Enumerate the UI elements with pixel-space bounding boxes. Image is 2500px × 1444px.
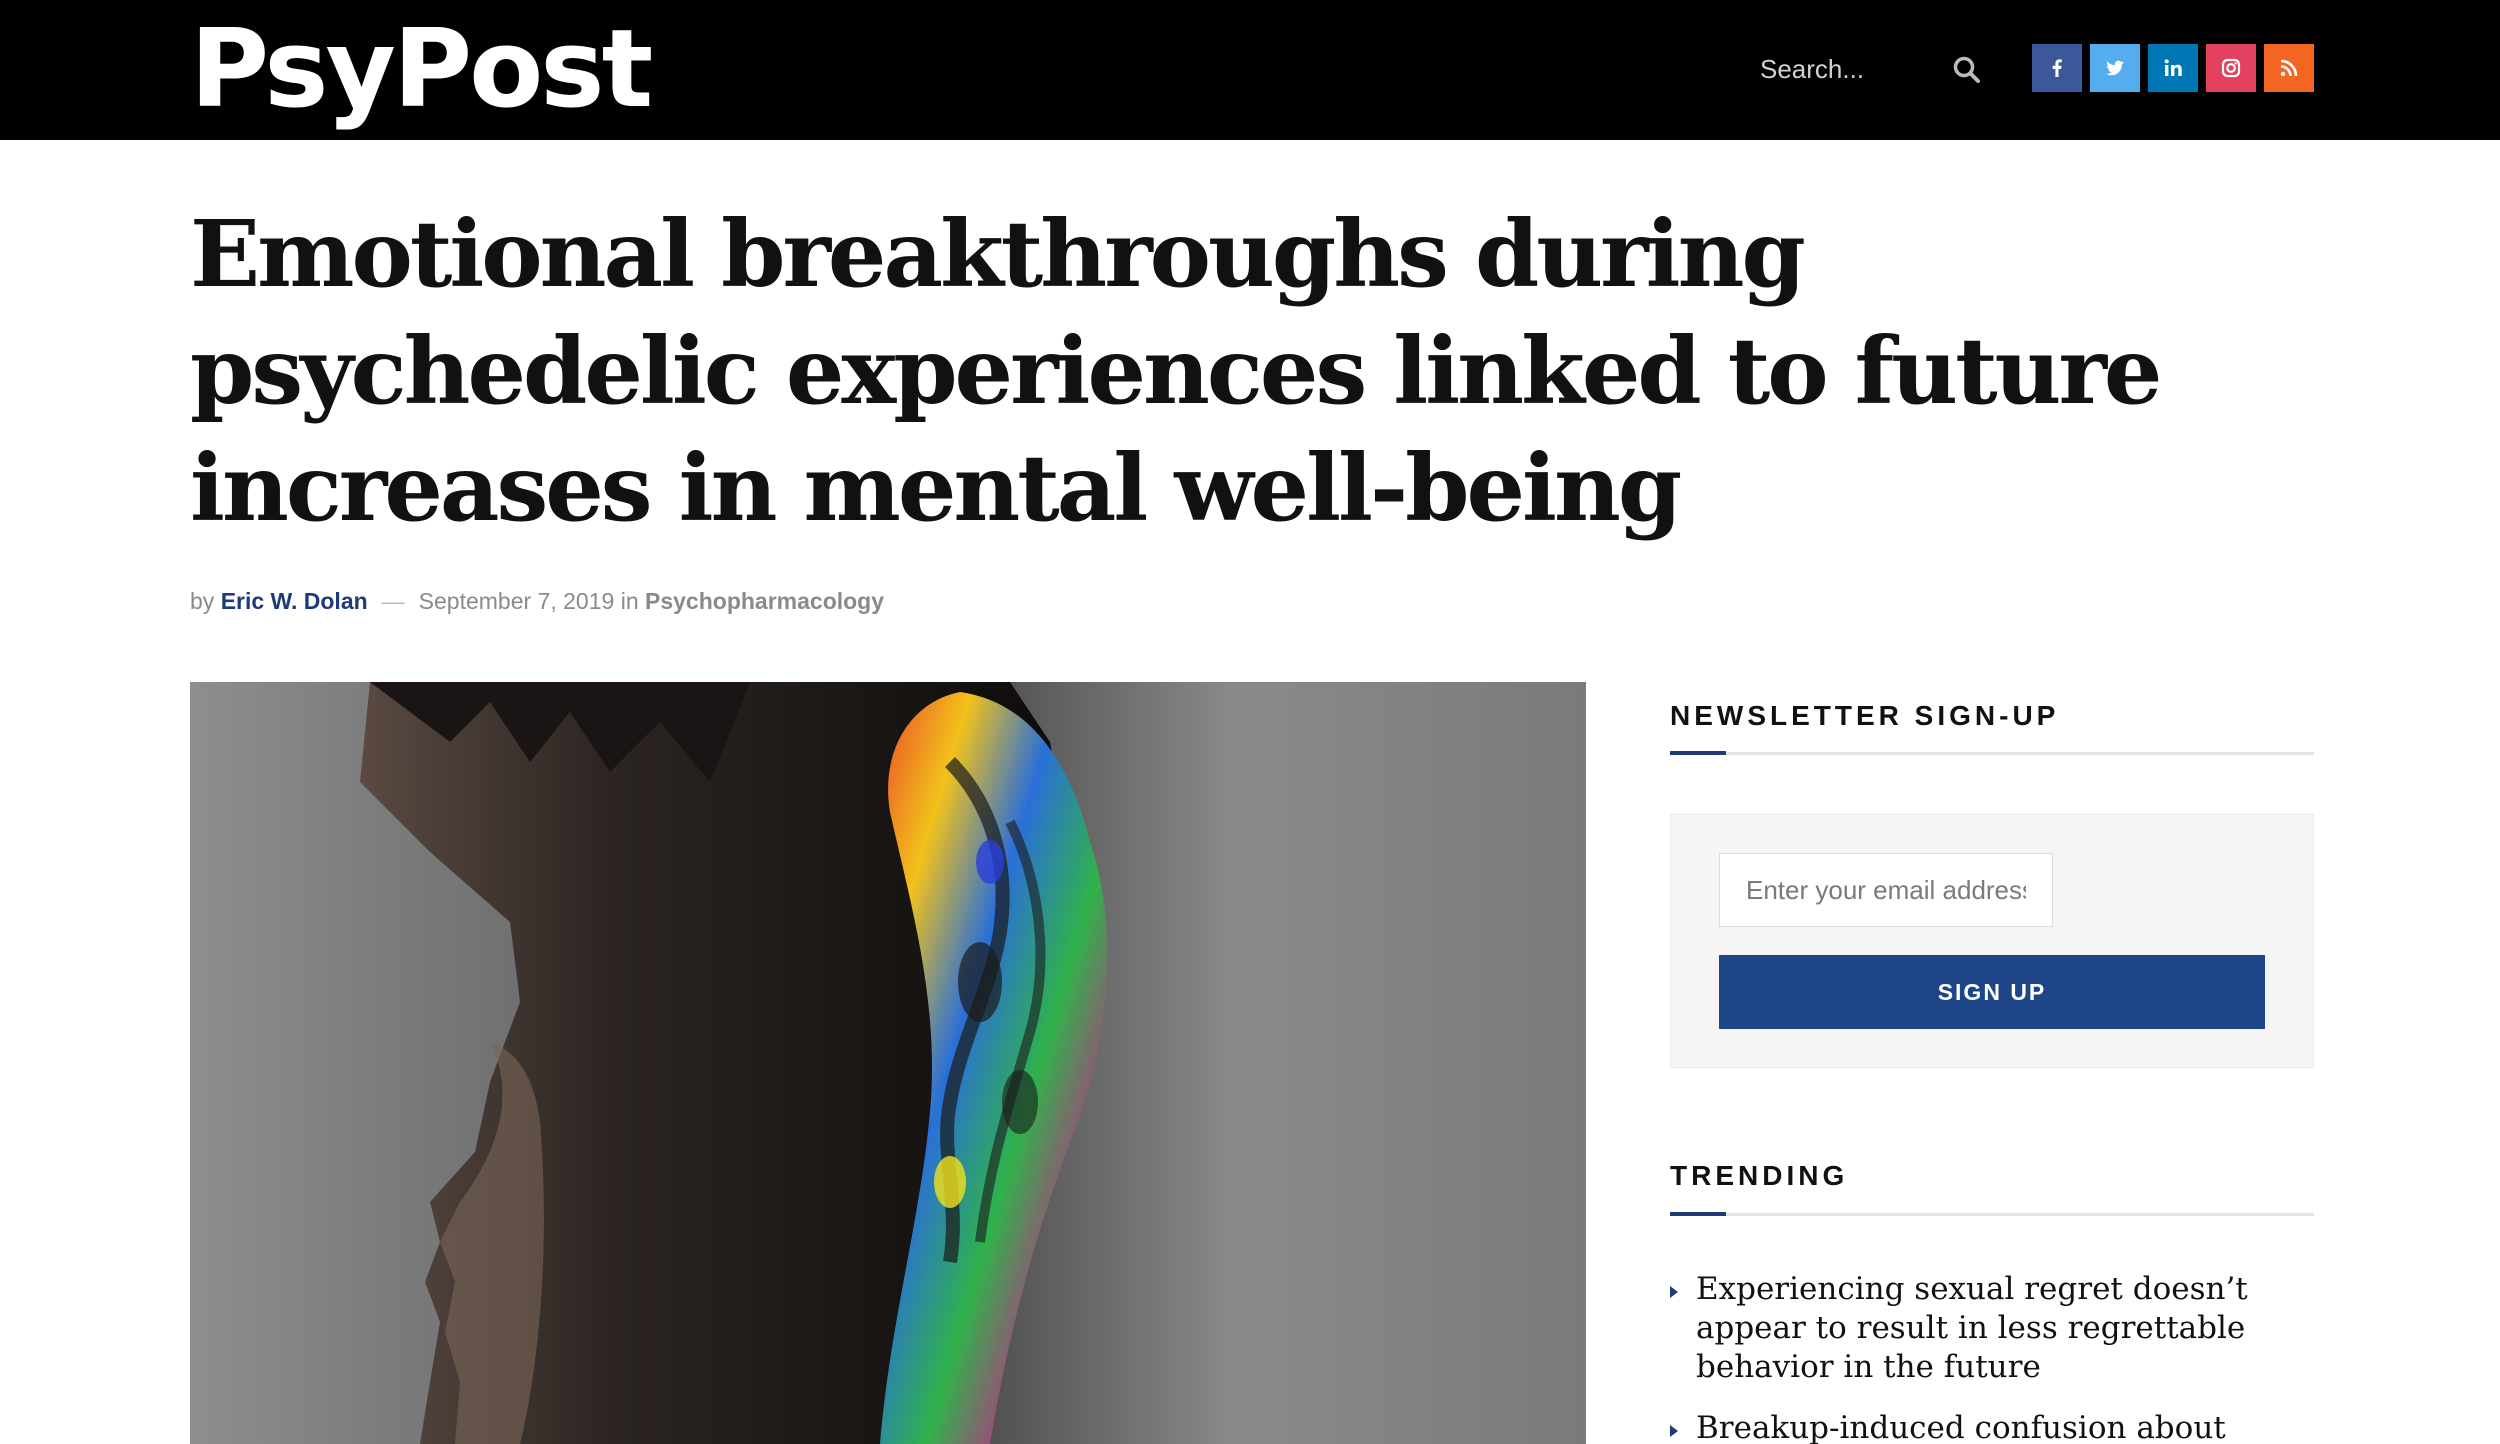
instagram-button[interactable] [2206, 44, 2256, 92]
search-input[interactable] [1760, 36, 1950, 102]
site-logo[interactable]: PsyPost [190, 8, 653, 132]
newsletter-form: SIGN UP [1670, 814, 2314, 1068]
linkedin-button[interactable] [2148, 44, 2198, 92]
trending-list: Experiencing sexual regret doesn’t appea… [1670, 1270, 2314, 1444]
search-icon[interactable] [1952, 55, 1982, 85]
site-header: PsyPost [0, 0, 2500, 140]
linkedin-icon [2164, 59, 2182, 76]
twitter-button[interactable] [2090, 44, 2140, 92]
trending-item[interactable]: Breakup-induced confusion about one’s [1670, 1409, 2314, 1444]
instagram-icon [2221, 58, 2241, 78]
trending-item-title: Experiencing sexual regret doesn’t appea… [1696, 1271, 2248, 1385]
article-title: Emotional breakthroughs during psychedel… [190, 200, 2162, 542]
in-label: in [620, 588, 639, 614]
by-label: by [190, 588, 215, 614]
author-link[interactable]: Eric W. Dolan [221, 588, 368, 614]
email-input[interactable] [1719, 853, 2053, 927]
newsletter-accent [1670, 751, 1726, 755]
caret-right-icon [1670, 1425, 1678, 1437]
search-bar [1748, 36, 1998, 102]
trending-item-title: Breakup-induced confusion about one’s [1696, 1410, 2226, 1444]
hero-image [190, 682, 1586, 1444]
trending-accent [1670, 1212, 1726, 1216]
publish-date: September 7, 2019 [418, 588, 615, 614]
trending-divider [1670, 1213, 2314, 1216]
article-meta: by Eric W. Dolan — September 7, 2019 in Ps… [190, 588, 884, 615]
facebook-button[interactable] [2032, 44, 2082, 92]
rss-button[interactable] [2264, 44, 2314, 92]
rss-icon [2280, 59, 2298, 77]
newsletter-heading: NEWSLETTER SIGN-UP [1670, 700, 2060, 731]
caret-right-icon [1670, 1286, 1678, 1298]
category-link[interactable]: Psychopharmacology [645, 588, 884, 614]
trending-heading: TRENDING [1670, 1160, 1849, 1191]
newsletter-divider [1670, 752, 2314, 755]
sign-up-button[interactable]: SIGN UP [1719, 955, 2265, 1029]
meta-separator: — [381, 588, 405, 614]
twitter-icon [2106, 60, 2124, 76]
trending-item[interactable]: Experiencing sexual regret doesn’t appea… [1670, 1270, 2314, 1387]
facebook-icon [2052, 59, 2062, 77]
